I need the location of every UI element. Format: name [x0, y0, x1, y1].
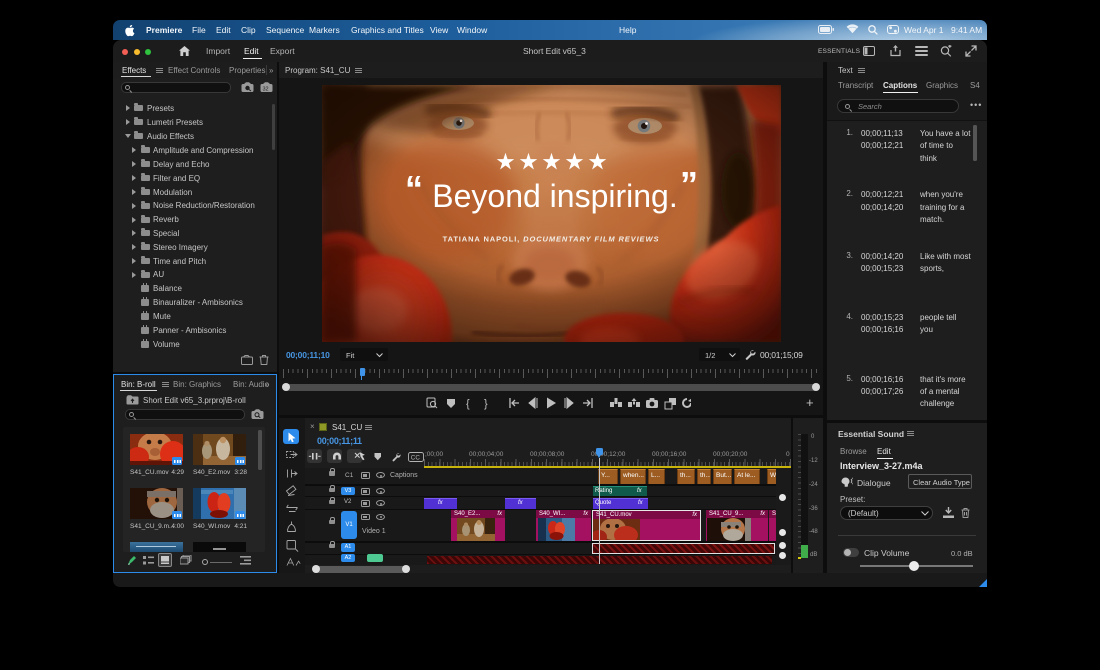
svg-text:CC: CC [411, 454, 421, 461]
svg-text:{: { [466, 398, 470, 410]
svg-text:Beyond inspiring.: Beyond inspiring. [432, 178, 677, 214]
svg-text:”: ” [680, 164, 698, 205]
svg-text:“: “ [405, 168, 423, 209]
svg-text:32: 32 [263, 87, 269, 93]
svg-text:TATIANA NAPOLI, DOCUMENTARY FI: TATIANA NAPOLI, DOCUMENTARY FILM REVIEWS [443, 235, 660, 244]
svg-text:}: } [484, 398, 488, 410]
